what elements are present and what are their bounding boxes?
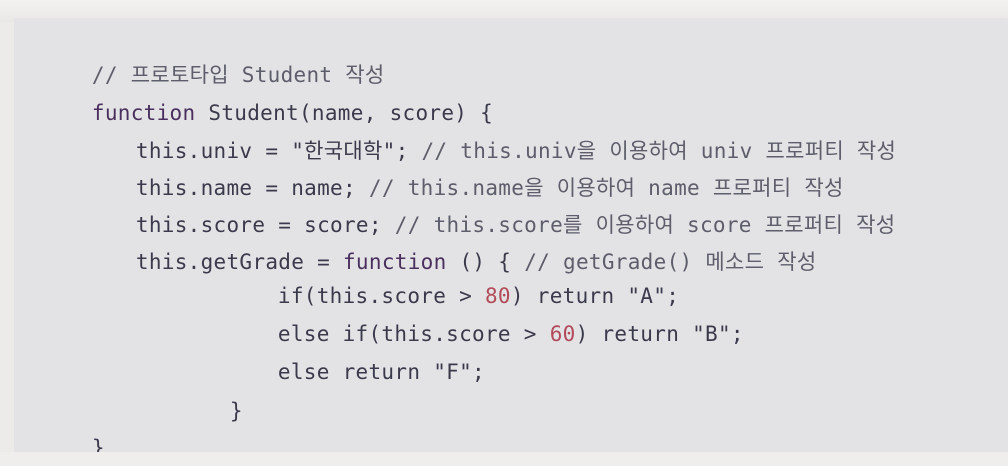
code-line-9: else return "F";	[252, 333, 485, 385]
number-60: 60	[549, 322, 576, 346]
page-bottom-edge	[0, 452, 1008, 466]
code-line-10: }	[204, 372, 243, 424]
closing-brace-inner: }	[229, 399, 243, 423]
return-b: ) return "B";	[575, 322, 744, 346]
else-return-f: else return "F";	[277, 360, 485, 384]
